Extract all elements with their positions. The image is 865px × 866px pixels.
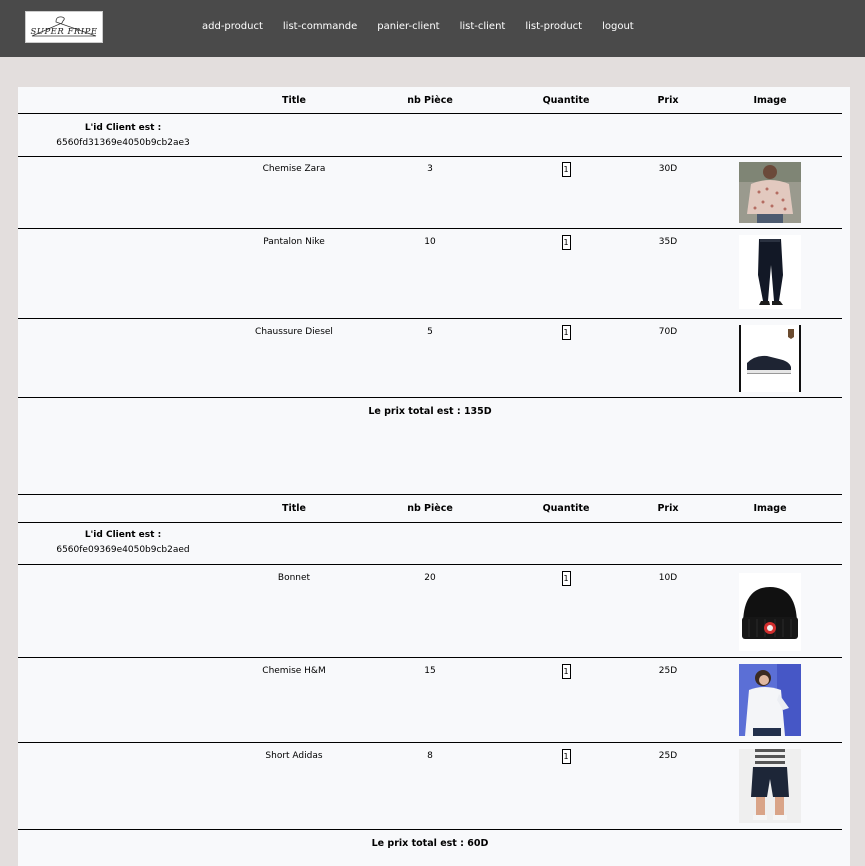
shoe-photo xyxy=(739,325,801,392)
shirt-photo xyxy=(739,664,801,736)
header-prix: Prix xyxy=(657,503,679,514)
header-nb-piece: nb Pièce xyxy=(407,503,453,514)
divider xyxy=(18,156,842,157)
sweater-photo xyxy=(739,162,801,223)
brand-logo[interactable]: SUPER FRIPE xyxy=(25,11,103,43)
nav-logout[interactable]: logout xyxy=(602,21,634,32)
item-nb-piece: 10 xyxy=(424,237,436,247)
client-id-block: L'id Client est : 6560fe09369e4050b9cb2a… xyxy=(43,528,203,558)
item-nb-piece: 5 xyxy=(427,327,433,337)
header-quantite: Quantite xyxy=(542,503,590,514)
divider xyxy=(18,564,842,565)
quantity-input[interactable]: 1 xyxy=(561,749,571,764)
item-prix: 10D xyxy=(658,573,678,583)
client-id-label: L'id Client est : xyxy=(84,530,162,540)
divider xyxy=(18,318,842,319)
nav-panier-client[interactable]: panier-client xyxy=(377,21,439,32)
cart-list: Title nb Pièce Quantite Prix Image L'id … xyxy=(18,87,850,866)
header-image: Image xyxy=(753,95,787,106)
client-id-value: 6560fe09369e4050b9cb2aed xyxy=(56,545,190,555)
item-title: Short Adidas xyxy=(265,751,323,761)
nav-list-commande[interactable]: list-commande xyxy=(283,21,357,32)
item-nb-piece: 15 xyxy=(424,666,436,676)
divider xyxy=(18,657,842,658)
quantity-input[interactable]: 1 xyxy=(561,664,571,679)
item-nb-piece: 8 xyxy=(427,751,433,761)
divider xyxy=(18,522,842,523)
divider xyxy=(18,228,842,229)
item-title: Chaussure Diesel xyxy=(255,327,333,337)
header-quantite: Quantite xyxy=(542,95,590,106)
quantity-input[interactable]: 1 xyxy=(561,571,571,586)
item-nb-piece: 3 xyxy=(427,164,433,174)
quantity-input[interactable]: 1 xyxy=(561,325,571,340)
quantity-input[interactable]: 1 xyxy=(561,235,571,250)
client-id-value: 6560fd31369e4050b9cb2ae3 xyxy=(56,138,190,148)
item-prix: 25D xyxy=(658,666,678,676)
divider xyxy=(18,397,842,398)
client-id-block: L'id Client est : 6560fd31369e4050b9cb2a… xyxy=(43,121,203,151)
quantity-input[interactable]: 1 xyxy=(561,162,571,177)
item-prix: 70D xyxy=(658,327,678,337)
item-prix: 30D xyxy=(658,164,678,174)
header-image: Image xyxy=(753,503,787,514)
nav-links: add-product list-commande panier-client … xyxy=(202,21,634,32)
header-nb-piece: nb Pièce xyxy=(407,95,453,106)
item-title: Chemise Zara xyxy=(262,164,326,174)
item-prix: 35D xyxy=(658,237,678,247)
pants-photo xyxy=(739,235,801,309)
client-id-label: L'id Client est : xyxy=(84,123,162,133)
item-title: Chemise H&M xyxy=(262,666,326,676)
nav-list-client[interactable]: list-client xyxy=(460,21,506,32)
divider xyxy=(18,113,842,114)
item-prix: 25D xyxy=(658,751,678,761)
item-nb-piece: 20 xyxy=(424,573,436,583)
nav-list-product[interactable]: list-product xyxy=(525,21,582,32)
header-title: Title xyxy=(282,95,306,106)
header-title: Title xyxy=(282,503,306,514)
navbar: SUPER FRIPE add-product list-commande pa… xyxy=(0,0,865,57)
divider xyxy=(18,829,842,830)
cart-total: Le prix total est : 135D xyxy=(368,406,492,417)
header-prix: Prix xyxy=(657,95,679,106)
divider xyxy=(18,494,842,495)
beanie-photo xyxy=(739,573,801,651)
shorts-photo xyxy=(739,749,801,823)
item-title: Bonnet xyxy=(277,573,311,583)
nav-add-product[interactable]: add-product xyxy=(202,21,263,32)
cart-total: Le prix total est : 60D xyxy=(371,838,489,849)
divider xyxy=(18,742,842,743)
brand-text: SUPER FRIPE xyxy=(30,27,98,37)
item-title: Pantalon Nike xyxy=(263,237,325,247)
